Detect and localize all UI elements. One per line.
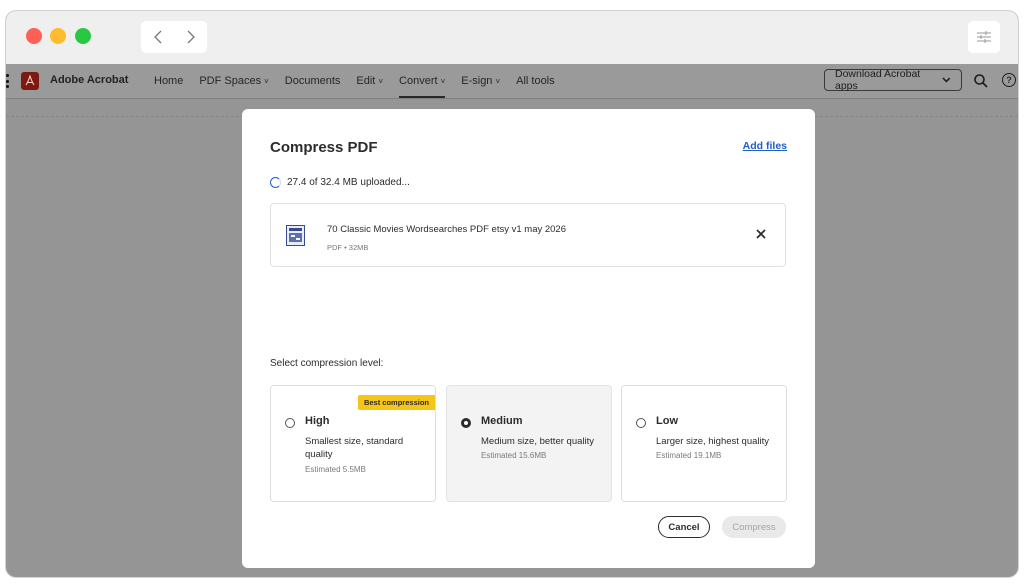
menu-home-label: Home <box>154 75 184 87</box>
chevron-down-icon: ˅ <box>378 76 384 86</box>
history-nav <box>141 21 207 53</box>
back-button[interactable] <box>141 21 174 53</box>
radio-high[interactable] <box>285 418 295 428</box>
download-apps-label: Download Acrobat apps <box>835 68 921 92</box>
menu-convert[interactable]: Convert ˅ <box>399 64 453 98</box>
option-low[interactable]: Low Larger size, highest quality Estimat… <box>621 385 787 502</box>
loading-spinner-icon <box>270 177 281 188</box>
file-card: 70 Classic Movies Wordsearches PDF etsy … <box>270 203 786 267</box>
compress-button[interactable]: Compress <box>722 516 786 538</box>
close-icon[interactable] <box>754 227 768 241</box>
file-name: 70 Classic Movies Wordsearches PDF etsy … <box>327 224 566 235</box>
more-options-button[interactable] <box>6 74 9 88</box>
menu-all-tools-label: All tools <box>516 75 555 87</box>
dialog-title: Compress PDF <box>270 139 378 156</box>
menu-home[interactable]: Home <box>154 64 191 98</box>
download-apps-button[interactable]: Download Acrobat apps <box>824 68 962 92</box>
browser-toolbar <box>6 11 1018 65</box>
menu-pdf-spaces[interactable]: PDF Spaces ˅ <box>199 64 276 98</box>
chevron-down-icon: ˅ <box>440 76 446 86</box>
compression-options: Best compression High Smallest size, sta… <box>270 385 787 502</box>
menu-documents[interactable]: Documents <box>285 64 349 98</box>
menu-edit-label: Edit <box>356 75 376 87</box>
zoom-window-button[interactable] <box>75 28 91 44</box>
option-title: Low <box>656 415 678 427</box>
best-compression-badge: Best compression <box>357 395 435 410</box>
upload-status-text: 27.4 of 32.4 MB uploaded... <box>287 177 410 188</box>
option-title: High <box>305 415 330 427</box>
radio-low[interactable] <box>636 418 646 428</box>
main-menu: Home PDF Spaces ˅ Documents Edit ˅ Convert… <box>154 64 571 98</box>
close-window-button[interactable] <box>26 28 42 44</box>
forward-arrow-icon <box>187 30 195 44</box>
menu-e-sign[interactable]: E-sign ˅ <box>461 64 508 98</box>
upload-status: 27.4 of 32.4 MB uploaded... <box>270 177 410 188</box>
app-name: Adobe Acrobat <box>50 74 129 86</box>
cancel-button[interactable]: Cancel <box>658 516 710 538</box>
compression-level-label: Select compression level: <box>270 358 384 369</box>
option-estimate: Estimated 5.5MB <box>305 465 366 474</box>
option-estimate: Estimated 19.1MB <box>656 451 722 460</box>
sliders-icon <box>977 31 991 43</box>
option-estimate: Estimated 15.6MB <box>481 451 547 460</box>
help-icon[interactable]: ? <box>1002 73 1016 87</box>
option-description: Smallest size, standard quality <box>305 436 404 460</box>
chevron-down-icon: ˅ <box>264 76 269 86</box>
menu-e-sign-label: E-sign <box>461 75 493 87</box>
acrobat-logo-icon <box>21 72 39 90</box>
option-medium[interactable]: Medium Medium size, better quality Estim… <box>446 385 612 502</box>
forward-button[interactable] <box>174 21 207 53</box>
menu-convert-label: Convert <box>399 75 438 87</box>
option-title: Medium <box>481 415 523 427</box>
radio-medium[interactable] <box>461 418 471 428</box>
option-description: Larger size, highest quality <box>656 436 770 447</box>
minimize-window-button[interactable] <box>50 28 66 44</box>
chevron-down-icon: ˅ <box>495 76 501 86</box>
option-description: Medium size, better quality <box>481 436 594 447</box>
compress-pdf-dialog: Compress PDF Add files 27.4 of 32.4 MB u… <box>242 109 815 568</box>
add-files-link[interactable]: Add files <box>743 140 787 152</box>
chevron-down-icon <box>942 77 951 83</box>
search-icon[interactable] <box>973 73 989 89</box>
menu-edit[interactable]: Edit ˅ <box>356 64 391 98</box>
pdf-file-icon <box>286 225 305 246</box>
menu-all-tools[interactable]: All tools <box>516 64 563 98</box>
help-glyph: ? <box>1006 75 1012 85</box>
menu-documents-label: Documents <box>284 75 341 87</box>
menu-pdf-spaces-label: PDF Spaces <box>199 75 262 87</box>
acrobat-app-bar: Adobe Acrobat Home PDF Spaces ˅ Documents… <box>6 64 1018 99</box>
browser-window: Adobe Acrobat Home PDF Spaces ˅ Documents… <box>6 11 1018 577</box>
back-arrow-icon <box>153 30 161 44</box>
option-high[interactable]: Best compression High Smallest size, sta… <box>270 385 436 502</box>
file-meta: PDF • 32MB <box>327 243 369 252</box>
settings-button[interactable] <box>968 21 1000 53</box>
